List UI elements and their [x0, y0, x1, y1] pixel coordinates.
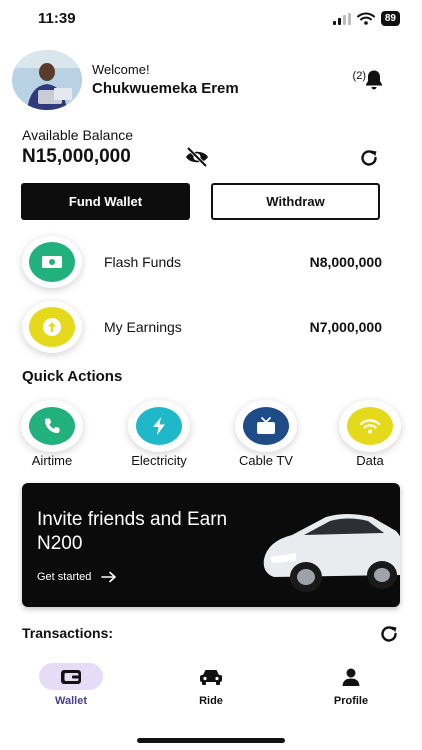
- transactions-refresh-icon[interactable]: [378, 623, 400, 645]
- phone-icon: [29, 407, 75, 445]
- bolt-icon: [136, 407, 182, 445]
- eye-off-icon[interactable]: [184, 146, 210, 168]
- arrow-right-icon: [101, 571, 117, 583]
- nav-label: Wallet: [55, 695, 87, 707]
- action-label: Cable TV: [239, 453, 293, 468]
- header: Welcome! Chukwuemeka Erem (2): [12, 50, 410, 112]
- cash-icon: [29, 242, 75, 282]
- welcome-text: Welcome!: [92, 62, 150, 77]
- nav-ride[interactable]: Ride: [161, 663, 261, 713]
- action-cable-tv[interactable]: Cable TV: [226, 398, 306, 470]
- action-data[interactable]: Data: [330, 398, 410, 470]
- flash-funds-row[interactable]: Flash Funds N8,000,000: [22, 236, 382, 288]
- car-image: [263, 514, 400, 592]
- bell-icon[interactable]: [362, 68, 386, 92]
- my-earnings-icon-wrap: [22, 301, 82, 353]
- nav-label: Profile: [333, 695, 369, 707]
- battery-indicator: 89: [380, 11, 400, 26]
- wifi-status-icon: [356, 12, 375, 25]
- nav-profile[interactable]: Profile: [301, 663, 401, 713]
- action-label: Electricity: [131, 453, 187, 468]
- avatar[interactable]: [12, 50, 82, 110]
- refresh-icon[interactable]: [358, 147, 380, 169]
- fund-wallet-button[interactable]: Fund Wallet: [21, 183, 190, 220]
- invite-banner[interactable]: Invite friends and Earn N200 Get started: [22, 483, 400, 607]
- nav-wallet[interactable]: Wallet: [21, 663, 121, 713]
- withdraw-button[interactable]: Withdraw: [211, 183, 380, 220]
- banner-title: Invite friends and Earn N200: [37, 509, 228, 554]
- get-started-link[interactable]: Get started: [37, 571, 117, 583]
- my-earnings-row[interactable]: My Earnings N7,000,000: [22, 301, 382, 353]
- home-indicator: [137, 738, 285, 743]
- balance-amount: N15,000,000: [22, 146, 131, 167]
- transactions-title: Transactions:: [22, 625, 114, 641]
- avatar-photo: [12, 50, 82, 110]
- nav-label: Ride: [199, 695, 223, 707]
- arrow-up-circle-icon: [29, 307, 75, 347]
- tv-icon: [243, 407, 289, 445]
- wifi-icon: [347, 407, 393, 445]
- username: Chukwuemeka Erem: [92, 80, 239, 97]
- flash-funds-icon-wrap: [22, 236, 82, 288]
- action-airtime[interactable]: Airtime: [12, 398, 92, 470]
- fund-name: My Earnings: [104, 319, 182, 335]
- action-electricity[interactable]: Electricity: [119, 398, 199, 470]
- quick-actions-title: Quick Actions: [22, 368, 123, 385]
- action-label: Data: [356, 453, 384, 468]
- fund-name: Flash Funds: [104, 254, 182, 270]
- status-icons: 89: [332, 11, 400, 26]
- action-label: Airtime: [31, 453, 73, 468]
- balance-label: Available Balance: [22, 127, 134, 143]
- bottom-nav: Wallet Ride Profile: [0, 655, 422, 715]
- wallet-icon: [61, 669, 81, 684]
- banner-cta-label: Get started: [37, 571, 92, 583]
- person-icon: [342, 668, 360, 686]
- fund-amount: N7,000,000: [309, 319, 382, 335]
- fund-amount: N8,000,000: [309, 254, 382, 270]
- status-time: 11:39: [38, 10, 76, 27]
- signal-icon: [332, 12, 351, 25]
- status-bar: 11:39 89: [0, 0, 422, 40]
- car-icon: [200, 669, 222, 685]
